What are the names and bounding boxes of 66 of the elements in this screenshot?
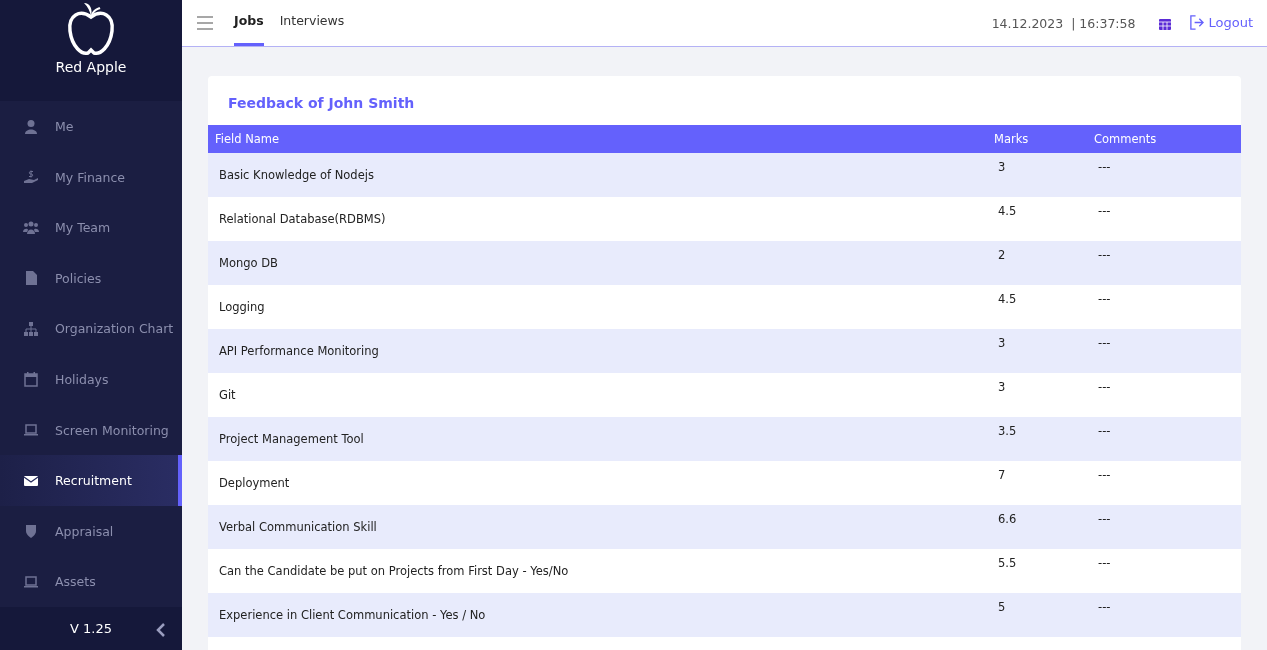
card-title: Feedback of John Smith [227,94,416,113]
table-cell: API Performance Monitoring [208,329,987,373]
logout-link[interactable]: Logout [1189,15,1253,30]
table-cell: Mongo DB [208,241,987,285]
table-cell: 5 [987,593,1087,637]
column-header: Comments [1087,125,1241,153]
calendar-icon[interactable] [1159,18,1172,30]
date-time-text: 14.12.2023 | 16:37:58 [991,16,1136,31]
table-cell: Experience in Client Communication - Yes / No [208,593,987,637]
table-cell: --- [1087,285,1241,329]
table-cell: 3.5 [987,417,1087,461]
table-cell: --- [1087,593,1241,637]
table-cell: 3 [987,329,1087,373]
table-cell: Can the Candidate be put on Projects from First Day - Yes/No [208,549,987,593]
team-icon [23,219,39,236]
table-cell: --- [1087,241,1241,285]
sidebar-item[interactable]: Recruitment [0,455,182,506]
table-cell: 4.5 [987,197,1087,241]
table-cell: 3 [987,373,1087,417]
column-header: Field Name [208,125,987,153]
sidebar-item[interactable]: Me [0,101,182,152]
logout-icon [1189,15,1205,30]
hand-dollar-icon [23,169,39,186]
table-cell: 3 [987,153,1087,197]
table-cell: Basic Knowledge of Nodejs [208,153,987,197]
sidebar-item[interactable]: Policies [0,253,182,304]
table-cell: 4.5 [987,285,1087,329]
table-cell: --- [1087,549,1241,593]
table-cell: --- [1087,153,1241,197]
apple-logo-icon [66,1,116,58]
table-cell: Deployment [208,461,987,505]
sidebar-item[interactable]: Assets [0,556,182,608]
table-cell: 6.6 [987,505,1087,549]
table-cell: Logging [208,285,987,329]
laptop-icon [23,573,39,590]
calendar-icon [23,371,39,388]
document-icon [23,270,39,287]
nav-tab[interactable]: Jobs [234,0,264,46]
table-cell: 7 [987,461,1087,505]
sidebar-item[interactable]: My Finance [0,151,182,203]
column-header: Marks [987,125,1087,153]
table-cell: Project Management Tool [208,417,987,461]
table-cell: --- [1087,197,1241,241]
brand-name: Red Apple [55,59,127,76]
laptop-icon [23,422,39,439]
sidebar-item[interactable]: Appraisal [0,505,182,557]
nav-tab[interactable]: Interviews [279,0,345,33]
sidebar-item[interactable]: Organization Chart [0,303,182,355]
shield-icon [23,523,39,540]
table-cell: Git [208,373,987,417]
table-cell: 2 [987,241,1087,285]
sidebar-item[interactable]: Holidays [0,354,182,405]
table-cell: 5.5 [987,549,1087,593]
table-cell: --- [1087,461,1241,505]
table-cell: --- [1087,329,1241,373]
collapse-chevron-icon[interactable] [156,623,166,638]
sidebar-item[interactable]: My Team [0,202,182,253]
org-chart-icon [23,320,39,337]
table-cell: --- [1087,373,1241,417]
table-cell: Verbal Communication Skill [208,505,987,549]
user-icon [23,118,39,135]
sidebar-item[interactable]: Screen Monitoring [0,404,182,456]
table-cell: --- [1087,505,1241,549]
table-cell: --- [1087,417,1241,461]
table-cell: Relational Database(RDBMS) [208,197,987,241]
version-label: V 1.25 [70,621,112,637]
